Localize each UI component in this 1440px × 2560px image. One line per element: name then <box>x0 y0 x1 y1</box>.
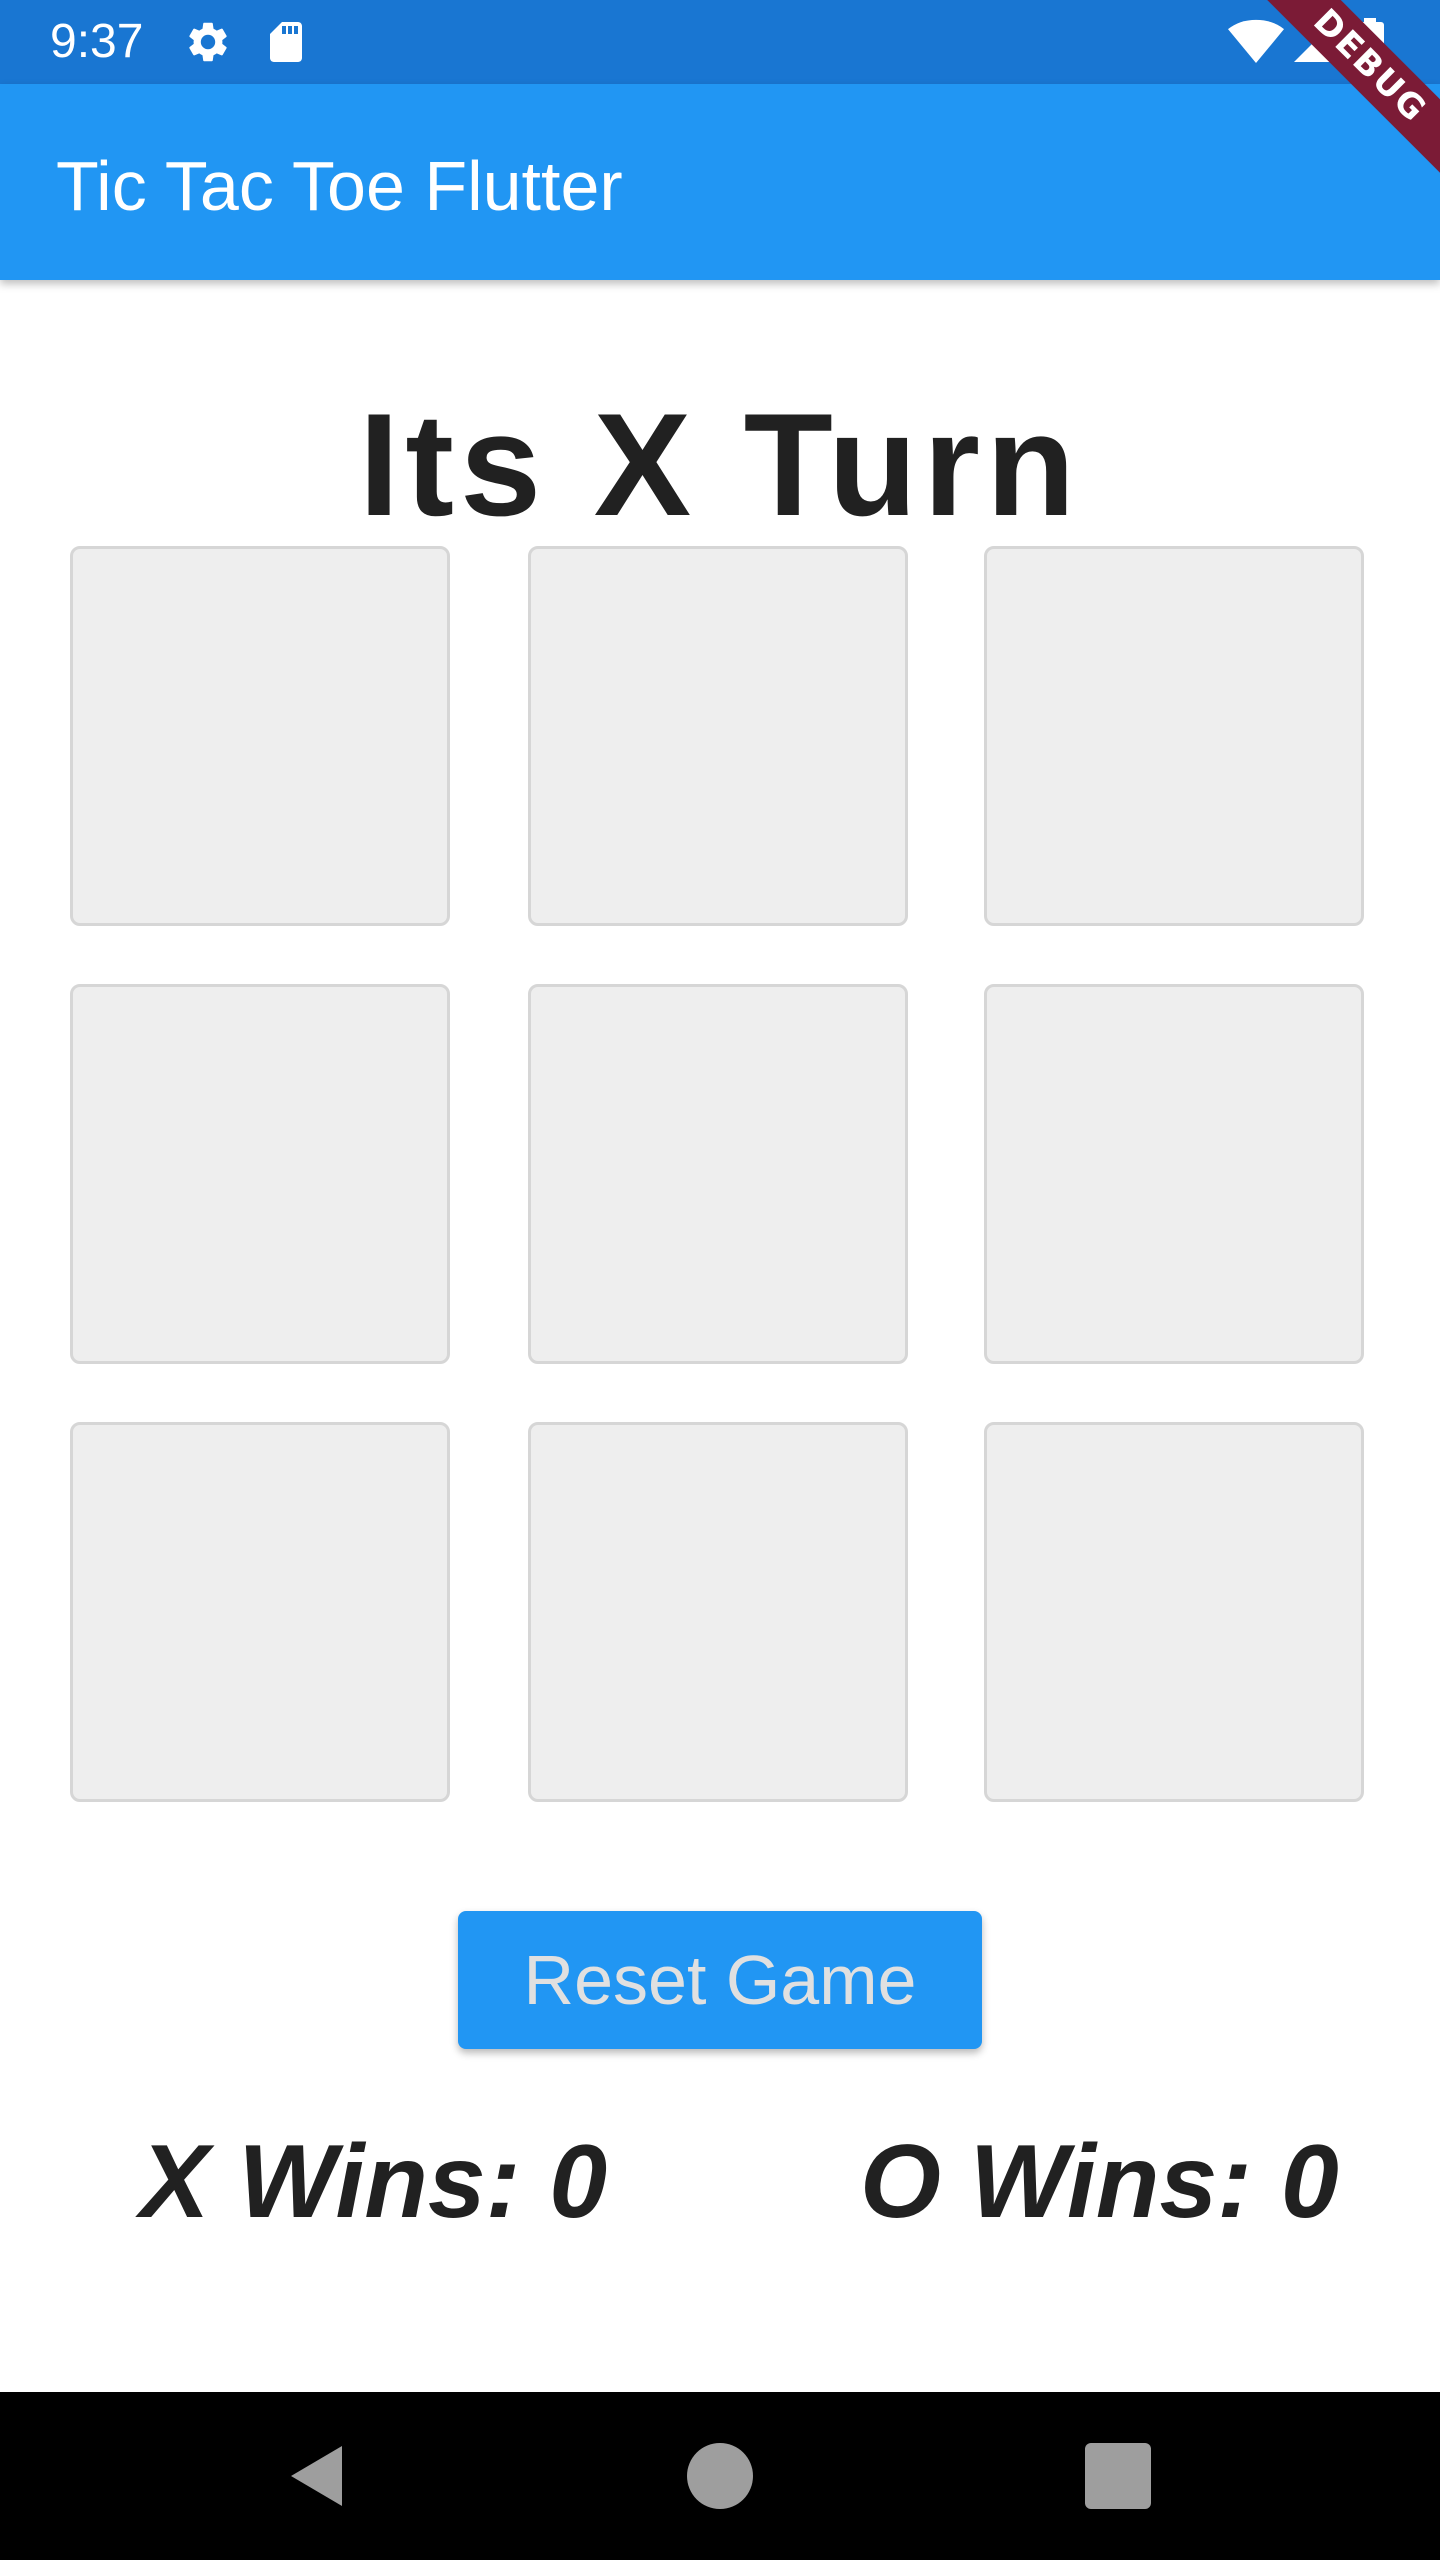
board-cell-1[interactable] <box>70 546 450 926</box>
x-wins-score: X Wins: 0 <box>140 2124 608 2240</box>
board-cell-5[interactable] <box>528 984 908 1364</box>
game-board <box>70 546 1370 1806</box>
board-cell-9[interactable] <box>984 1422 1364 1802</box>
system-nav-bar <box>0 2392 1440 2560</box>
status-time: 9:37 <box>50 15 144 68</box>
back-icon[interactable] <box>282 2440 354 2512</box>
app-title: Tic Tac Toe Flutter <box>56 147 623 225</box>
reset-game-button[interactable]: Reset Game <box>458 1911 982 2049</box>
home-icon[interactable] <box>684 2440 756 2512</box>
turn-heading: Its X Turn <box>358 383 1082 546</box>
settings-icon <box>189 22 227 62</box>
board-cell-2[interactable] <box>528 546 908 926</box>
board-cell-3[interactable] <box>984 546 1364 926</box>
status-bar: 9:37 <box>0 0 1440 84</box>
wifi-icon <box>1228 19 1284 63</box>
recents-icon[interactable] <box>1082 2440 1154 2512</box>
sd-card-icon <box>270 22 302 62</box>
app-screen: 9:37 Tic Tac Toe Flutter DEBUG Its X Tur… <box>0 0 1440 2560</box>
board-cell-7[interactable] <box>70 1422 450 1802</box>
app-bar: Tic Tac Toe Flutter <box>0 84 1440 280</box>
board-cell-4[interactable] <box>70 984 450 1364</box>
board-cell-8[interactable] <box>528 1422 908 1802</box>
o-wins-score: O Wins: 0 <box>860 2124 1339 2240</box>
board-cell-6[interactable] <box>984 984 1364 1364</box>
